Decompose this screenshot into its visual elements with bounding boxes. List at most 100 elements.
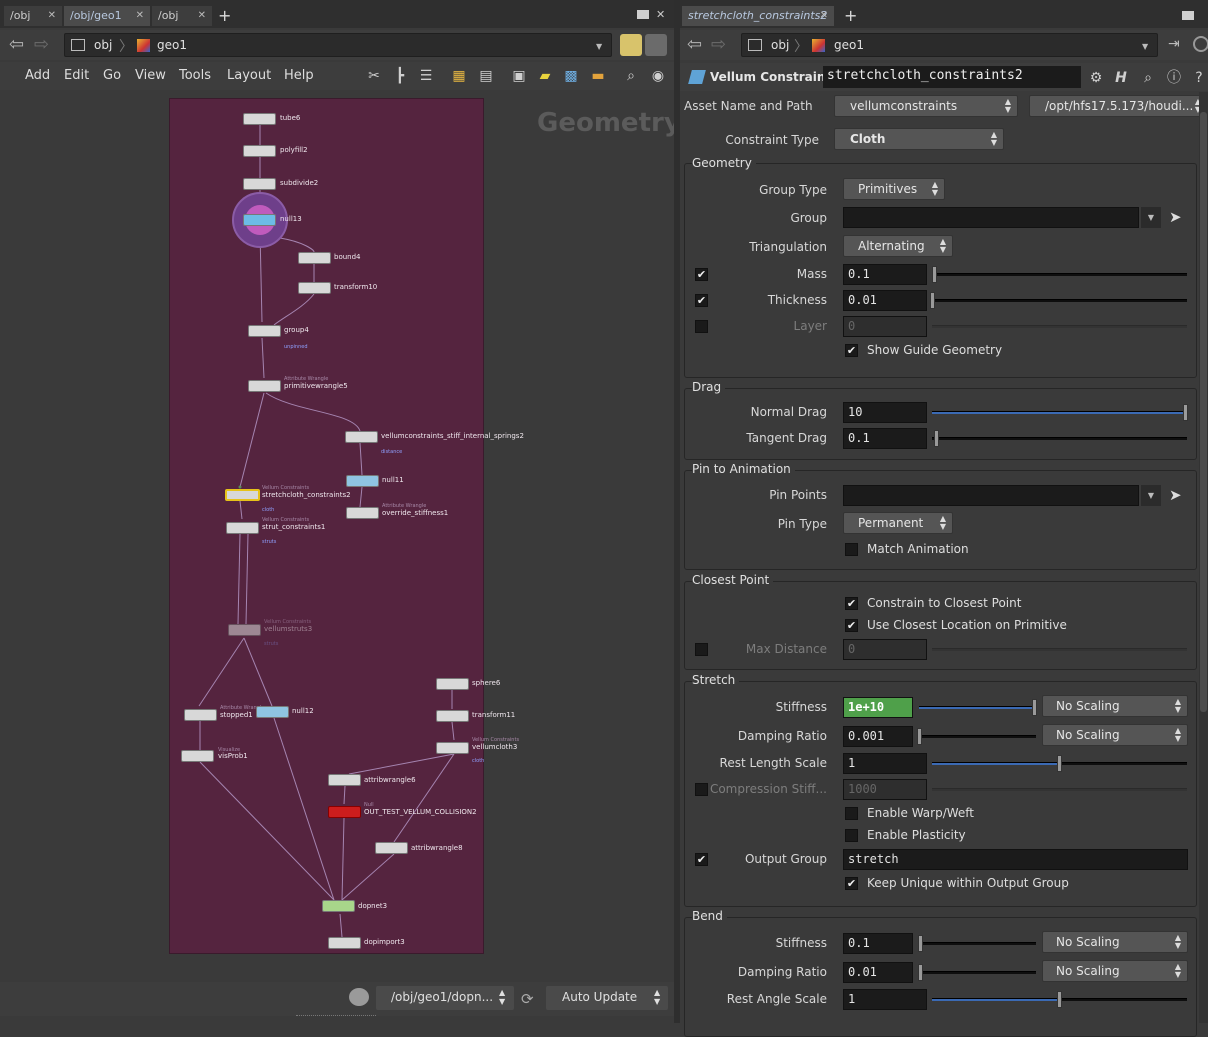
match-animation-checkbox[interactable] bbox=[845, 543, 858, 556]
node-tube6[interactable] bbox=[243, 113, 276, 125]
close-icon[interactable]: ✕ bbox=[198, 6, 206, 26]
pin-icon[interactable]: ⇥ bbox=[1168, 36, 1180, 52]
show-guide-checkbox[interactable]: ✔ bbox=[845, 344, 858, 357]
normal-drag-slider[interactable] bbox=[932, 404, 1188, 421]
layer-field[interactable]: 0 bbox=[843, 316, 927, 337]
slider-handle[interactable] bbox=[1183, 404, 1188, 421]
compression-field[interactable]: 1000 bbox=[843, 779, 927, 800]
layer-slider[interactable] bbox=[932, 325, 1187, 328]
link-icon[interactable] bbox=[1193, 36, 1208, 52]
splitter-handle[interactable] bbox=[296, 1015, 376, 1021]
search-icon[interactable]: ⌕ bbox=[623, 68, 639, 84]
back-arrow-icon[interactable]: ⇦ bbox=[9, 34, 24, 55]
close-icon[interactable]: ✕ bbox=[820, 6, 828, 26]
close-icon[interactable]: ✕ bbox=[48, 6, 56, 26]
tangent-drag-field[interactable]: 0.1 bbox=[843, 428, 927, 449]
rest-length-slider[interactable] bbox=[932, 755, 1187, 772]
pane-menu-icon[interactable] bbox=[1182, 11, 1194, 20]
slider-handle[interactable] bbox=[917, 728, 922, 745]
chevron-down-icon[interactable]: ▼ bbox=[1141, 485, 1161, 506]
params-scrollbar[interactable] bbox=[1199, 92, 1208, 1023]
pin-points-field[interactable] bbox=[843, 485, 1139, 506]
tangent-drag-slider[interactable] bbox=[932, 430, 1187, 447]
chevron-down-icon[interactable]: ▼ bbox=[1141, 207, 1161, 228]
refresh-icon[interactable]: ⟳ bbox=[521, 990, 534, 1008]
select-arrow-icon[interactable]: ➤ bbox=[1169, 486, 1182, 504]
tree-icon[interactable]: ┣ bbox=[392, 68, 408, 84]
node-polyfill2[interactable] bbox=[243, 145, 276, 157]
node-transform10[interactable] bbox=[298, 282, 331, 294]
node-vellumcloth3[interactable] bbox=[436, 742, 469, 754]
close-icon[interactable]: ✕ bbox=[136, 6, 144, 26]
menu-view[interactable]: View bbox=[135, 68, 166, 83]
grid-icon[interactable]: ▤ bbox=[478, 68, 494, 84]
slider-handle[interactable] bbox=[1057, 991, 1062, 1008]
info-icon[interactable]: ⓘ bbox=[1166, 70, 1182, 86]
slider-handle[interactable] bbox=[930, 292, 935, 309]
bend-stiffness-scaling-dropdown[interactable]: No Scaling ▲ ▼ bbox=[1042, 931, 1188, 953]
menu-go[interactable]: Go bbox=[103, 68, 121, 83]
max-distance-slider[interactable] bbox=[932, 648, 1187, 651]
menu-help[interactable]: Help bbox=[284, 68, 314, 83]
spinner-icon[interactable]: ▲ ▼ bbox=[499, 988, 505, 1006]
search-icon[interactable]: ⌕ bbox=[1140, 70, 1156, 86]
layout-icon[interactable]: ▣ bbox=[511, 68, 527, 84]
bend-stiffness-field[interactable]: 0.1 bbox=[843, 933, 913, 954]
tab-obj-1[interactable]: /obj ✕ bbox=[4, 6, 62, 26]
node-out-test-vellum-collision2[interactable] bbox=[328, 806, 361, 818]
tab-obj-geo1[interactable]: /obj/geo1 ✕ bbox=[64, 6, 150, 26]
wrench-icon[interactable]: ✂ bbox=[366, 68, 382, 84]
node-null13[interactable] bbox=[243, 214, 276, 226]
breadcrumb-obj[interactable]: obj bbox=[94, 38, 112, 52]
chevron-down-icon[interactable]: ▼ bbox=[1142, 42, 1148, 51]
use-closest-checkbox[interactable]: ✔ bbox=[845, 619, 858, 632]
spinner-icon[interactable]: ▲ ▼ bbox=[654, 988, 660, 1006]
gear-icon[interactable]: ⚙ bbox=[1088, 70, 1104, 86]
stretch-stiffness-scaling-dropdown[interactable]: No Scaling ▲ ▼ bbox=[1042, 695, 1188, 717]
stretch-damping-slider[interactable] bbox=[917, 728, 1036, 745]
output-group-field[interactable]: stretch bbox=[843, 849, 1188, 870]
compression-slider[interactable] bbox=[932, 788, 1187, 791]
add-tab-icon[interactable]: + bbox=[218, 6, 231, 25]
triangulation-dropdown[interactable]: Alternating ▲ ▼ bbox=[843, 235, 953, 257]
node-stretchcloth-constraints2[interactable] bbox=[225, 489, 260, 501]
rest-angle-field[interactable]: 1 bbox=[843, 989, 927, 1010]
node-sphere6[interactable] bbox=[436, 678, 469, 690]
normal-drag-field[interactable]: 10 bbox=[843, 402, 927, 423]
tab-stretchcloth-constraints2[interactable]: stretchcloth_constraints2 ✕ bbox=[682, 6, 834, 26]
breadcrumb-geo1[interactable]: geo1 bbox=[834, 38, 864, 52]
node-null12[interactable] bbox=[256, 706, 289, 718]
help-icon[interactable]: ? bbox=[1191, 70, 1207, 86]
link-icon[interactable] bbox=[645, 34, 667, 56]
node-subdivide2[interactable] bbox=[243, 178, 276, 190]
bend-damping-scaling-dropdown[interactable]: No Scaling ▲ ▼ bbox=[1042, 960, 1188, 982]
grid-color-icon[interactable]: ▦ bbox=[451, 68, 467, 84]
keep-unique-checkbox[interactable]: ✔ bbox=[845, 877, 858, 890]
select-arrow-icon[interactable]: ➤ bbox=[1169, 208, 1182, 226]
slider-handle[interactable] bbox=[932, 266, 937, 283]
thickness-field[interactable]: 0.01 bbox=[843, 290, 927, 311]
node-primitivewrangle5[interactable] bbox=[248, 380, 281, 392]
stretch-damping-scaling-dropdown[interactable]: No Scaling ▲ ▼ bbox=[1042, 724, 1188, 746]
eye-icon[interactable]: ◉ bbox=[650, 68, 666, 84]
node-null11[interactable] bbox=[346, 475, 379, 487]
pin-icon[interactable] bbox=[620, 34, 642, 56]
bend-damping-field[interactable]: 0.01 bbox=[843, 962, 913, 983]
help-h-icon[interactable]: H bbox=[1113, 70, 1129, 86]
node-stopped1[interactable] bbox=[184, 709, 217, 721]
breadcrumb-obj[interactable]: obj bbox=[771, 38, 789, 52]
list-icon[interactable]: ☰ bbox=[418, 68, 434, 84]
slider-handle[interactable] bbox=[934, 430, 939, 447]
node-group4[interactable] bbox=[248, 325, 281, 337]
stretch-stiffness-field[interactable]: 1e+10 bbox=[843, 697, 913, 718]
pane-close-icon[interactable]: ✕ bbox=[656, 8, 665, 21]
node-dopimport3[interactable] bbox=[328, 937, 361, 949]
slider-handle[interactable] bbox=[918, 935, 923, 952]
group-field[interactable] bbox=[843, 207, 1139, 228]
node-bound4[interactable] bbox=[298, 252, 331, 264]
node-visprob1[interactable] bbox=[181, 750, 214, 762]
node-attribwrangle6[interactable] bbox=[328, 774, 361, 786]
constraint-type-dropdown[interactable]: Cloth ▲ ▼ bbox=[834, 128, 1004, 150]
node-strut-constraints1[interactable] bbox=[226, 522, 259, 534]
add-tab-icon[interactable]: + bbox=[844, 6, 857, 25]
